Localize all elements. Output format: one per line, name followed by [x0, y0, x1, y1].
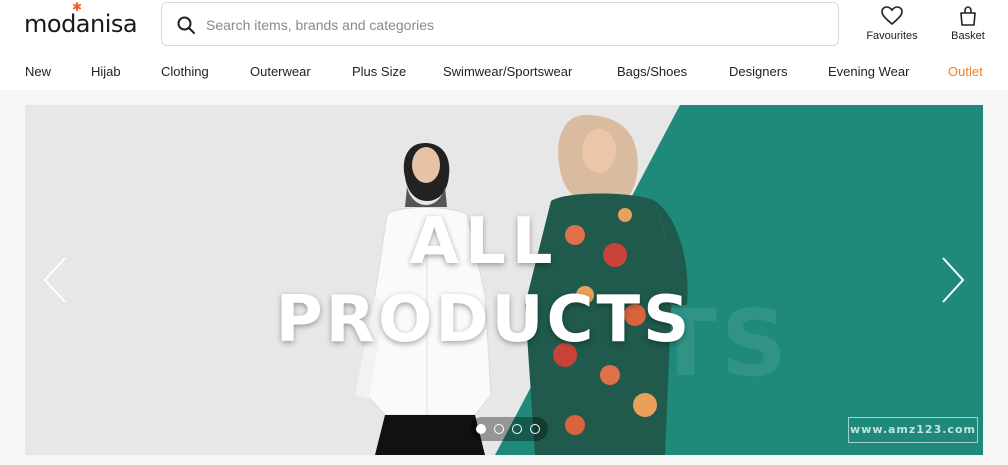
hero-banner[interactable]: PRODUCTS ALL PRODUCTS www.amz123.com	[25, 105, 983, 455]
slide-dot-2[interactable]	[494, 424, 504, 434]
model-paisley-dress-image	[525, 115, 688, 455]
nav-item-outerwear[interactable]: Outerwear	[250, 64, 311, 79]
favourites-button[interactable]: Favourites	[857, 6, 927, 42]
nav-item-swimwear-sportswear[interactable]: Swimwear/Sportswear	[443, 64, 572, 79]
nav-item-new[interactable]: New	[25, 64, 51, 79]
nav-item-outlet[interactable]: Outlet	[948, 64, 983, 79]
category-nav: New Hijab Clothing Outerwear Plus Size S…	[0, 60, 1008, 84]
banner-headline-line1: ALL	[409, 205, 559, 279]
nav-item-designers[interactable]: Designers	[729, 64, 788, 79]
slide-dot-3[interactable]	[512, 424, 522, 434]
chevron-right-icon[interactable]	[937, 255, 967, 305]
nav-item-plus-size[interactable]: Plus Size	[352, 64, 406, 79]
nav-item-clothing[interactable]: Clothing	[161, 64, 209, 79]
banner-headline-line2: PRODUCTS	[275, 283, 693, 357]
logo-mark-icon: ✱	[72, 0, 83, 14]
nav-item-hijab[interactable]: Hijab	[91, 64, 121, 79]
search-icon[interactable]	[176, 15, 196, 35]
search-input[interactable]	[206, 11, 806, 39]
chevron-left-icon[interactable]	[41, 255, 71, 305]
basket-label: Basket	[951, 30, 985, 42]
heart-icon	[881, 6, 903, 26]
slide-dot-1[interactable]	[476, 424, 486, 434]
favourites-label: Favourites	[866, 30, 918, 42]
basket-button[interactable]: Basket	[933, 6, 1003, 42]
watermark: www.amz123.com	[848, 417, 978, 443]
search-bar[interactable]	[161, 2, 839, 46]
logo[interactable]: modanisa	[24, 10, 138, 38]
bag-icon	[960, 6, 976, 26]
nav-item-bags-shoes[interactable]: Bags/Shoes	[617, 64, 687, 79]
site-header: modanisa ✱ Favourites Basket New Hijab C…	[0, 0, 1008, 90]
slide-dot-4[interactable]	[530, 424, 540, 434]
slide-indicator	[470, 417, 548, 441]
nav-item-evening-wear[interactable]: Evening Wear	[828, 64, 909, 79]
